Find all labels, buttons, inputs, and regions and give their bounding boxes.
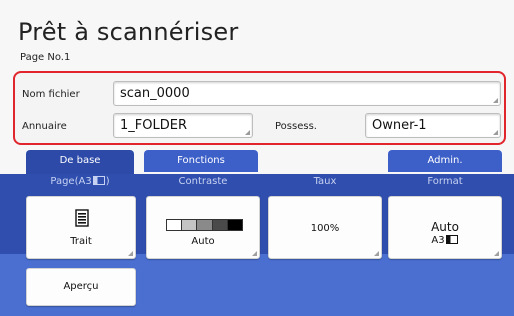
page-title: Prêt à scannériser [18,18,239,46]
contrast-button[interactable]: Auto [146,196,260,259]
page-size-label: Page(A3 [50,176,92,187]
owner-field[interactable]: Owner-1 [365,113,501,138]
scan-mode-label: Trait [70,236,92,247]
landscape-paper-icon [92,176,105,185]
directory-label: Annuaire [22,121,67,132]
tab-bar: De base Fonctions Admin. [0,150,514,175]
rate-header: Taux [313,176,337,187]
directory-value: 1_FOLDER [120,118,187,133]
preview-button[interactable]: Aperçu [26,268,136,306]
edit-corner-icon [493,130,498,135]
rate-value: 100% [310,223,340,234]
dropdown-corner-icon [128,251,133,256]
contrast-scale-icon [166,219,243,231]
scan-info-fields: Nom fichier scan_0000 Annuaire 1_FOLDER … [13,71,506,145]
scan-mode-button[interactable]: Trait [26,196,136,259]
tab-admin[interactable]: Admin. [388,150,502,172]
edit-corner-icon [245,130,250,135]
filename-field[interactable]: scan_0000 [113,81,501,106]
contrast-value: Auto [191,236,215,247]
page-size-header: Page(A3) [50,176,110,187]
dropdown-corner-icon [494,251,499,256]
landscape-paper-icon [445,235,458,244]
owner-label: Possess. [275,121,317,132]
format-size-label: A3 [431,235,445,246]
scan-ready-screen: Prêt à scannériser Page No.1 Nom fichier… [0,0,514,316]
basic-settings-panel: Page(A3) Contraste Taux Format Trait Aut… [0,174,514,316]
owner-value: Owner-1 [372,118,427,133]
dropdown-corner-icon [374,251,379,256]
format-button[interactable]: Auto A3 [388,196,502,259]
format-header: Format [427,176,463,187]
edit-corner-icon [493,98,498,103]
filename-label: Nom fichier [22,89,80,100]
directory-field[interactable]: 1_FOLDER [113,113,253,138]
filename-value: scan_0000 [120,86,190,101]
rate-button[interactable]: 100% [268,196,382,259]
contrast-header: Contraste [178,176,228,187]
document-icon [75,209,89,227]
tab-basic[interactable]: De base [26,150,134,175]
format-value: Auto [431,220,459,234]
dropdown-corner-icon [252,251,257,256]
format-size: A3 [389,235,501,246]
page-number: Page No.1 [20,52,71,63]
tab-functions[interactable]: Fonctions [144,150,258,172]
